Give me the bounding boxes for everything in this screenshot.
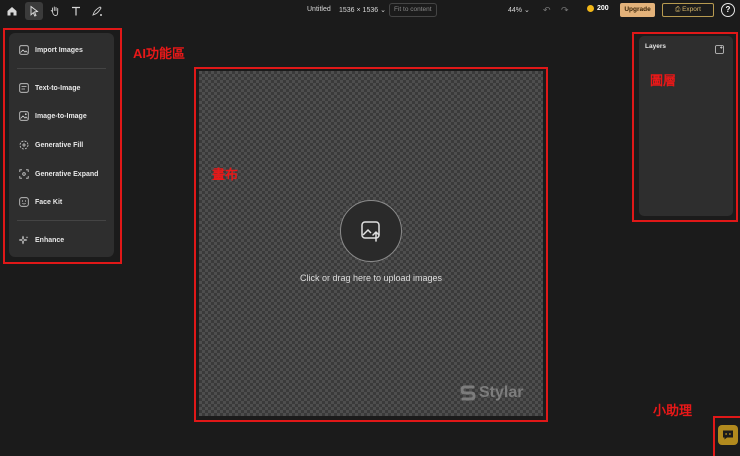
document-title[interactable]: Untitled xyxy=(307,6,331,13)
credits-count: 200 xyxy=(597,5,609,12)
hand-icon[interactable] xyxy=(46,2,64,20)
ai-panel-annotation-label: AI功能區 xyxy=(133,46,186,61)
face-icon xyxy=(19,197,29,207)
divider xyxy=(17,68,106,69)
stylar-logo-icon xyxy=(460,385,476,401)
assistant-button[interactable] xyxy=(718,425,738,445)
upload-button[interactable] xyxy=(340,200,402,262)
watermark-text: Stylar xyxy=(479,384,524,401)
chat-icon xyxy=(723,430,733,440)
redo-icon[interactable]: ↷ xyxy=(561,5,569,16)
document-size-dropdown[interactable]: 1536 × 1536 ⌄ xyxy=(339,6,386,14)
sparkle-icon xyxy=(19,235,29,245)
upgrade-button[interactable]: Upgrade xyxy=(620,3,655,17)
credits-badge[interactable]: 200 xyxy=(587,5,609,12)
layers-annotation-label: 圖層 xyxy=(650,73,677,88)
pointer-icon[interactable] xyxy=(25,2,43,20)
help-icon[interactable]: ? xyxy=(721,3,735,17)
add-layer-icon[interactable] xyxy=(715,41,724,54)
text-to-image-icon xyxy=(19,83,29,93)
export-button[interactable]: ⎙ Export xyxy=(662,3,714,17)
canvas-annotation-label: 畫布 xyxy=(212,167,239,182)
menu-enhance[interactable]: Enhance xyxy=(19,232,64,248)
menu-label: Generative Expand xyxy=(35,170,99,178)
stylar-watermark: Stylar xyxy=(460,384,523,402)
menu-label: Text-to-Image xyxy=(35,84,81,92)
fit-to-content-button[interactable]: Fit to content xyxy=(389,3,437,17)
home-icon[interactable] xyxy=(3,2,21,20)
top-toolbar: Untitled 1536 × 1536 ⌄ Fit to content 44… xyxy=(0,0,740,22)
text-icon[interactable] xyxy=(67,2,85,20)
divider xyxy=(17,220,106,221)
menu-import-images[interactable]: Import Images xyxy=(19,42,83,58)
layers-panel xyxy=(639,36,733,216)
menu-label: Import Images xyxy=(35,46,83,54)
layers-title: Layers xyxy=(645,43,666,50)
assistant-annotation-label: 小助理 xyxy=(653,403,693,418)
menu-image-to-image[interactable]: Image-to-Image xyxy=(19,108,87,124)
coin-icon xyxy=(587,5,594,12)
menu-label: Generative Fill xyxy=(35,141,84,149)
generative-expand-icon xyxy=(19,169,29,179)
image-import-icon xyxy=(19,45,29,55)
menu-face-kit[interactable]: Face Kit xyxy=(19,194,62,210)
zoom-dropdown[interactable]: 44% ⌄ xyxy=(508,6,530,14)
menu-generative-fill[interactable]: Generative Fill xyxy=(19,137,83,153)
pen-icon[interactable] xyxy=(88,2,106,20)
undo-icon[interactable]: ↶ xyxy=(543,5,551,16)
image-upload-icon xyxy=(361,221,380,242)
upload-instructions: Click or drag here to upload images xyxy=(299,273,443,283)
menu-label: Face Kit xyxy=(35,198,63,206)
menu-label: Enhance xyxy=(35,236,65,244)
generative-fill-icon xyxy=(19,140,29,150)
menu-text-to-image[interactable]: Text-to-Image xyxy=(19,80,80,96)
menu-generative-expand[interactable]: Generative Expand xyxy=(19,166,98,182)
menu-label: Image-to-Image xyxy=(35,112,87,120)
image-to-image-icon xyxy=(19,111,29,121)
